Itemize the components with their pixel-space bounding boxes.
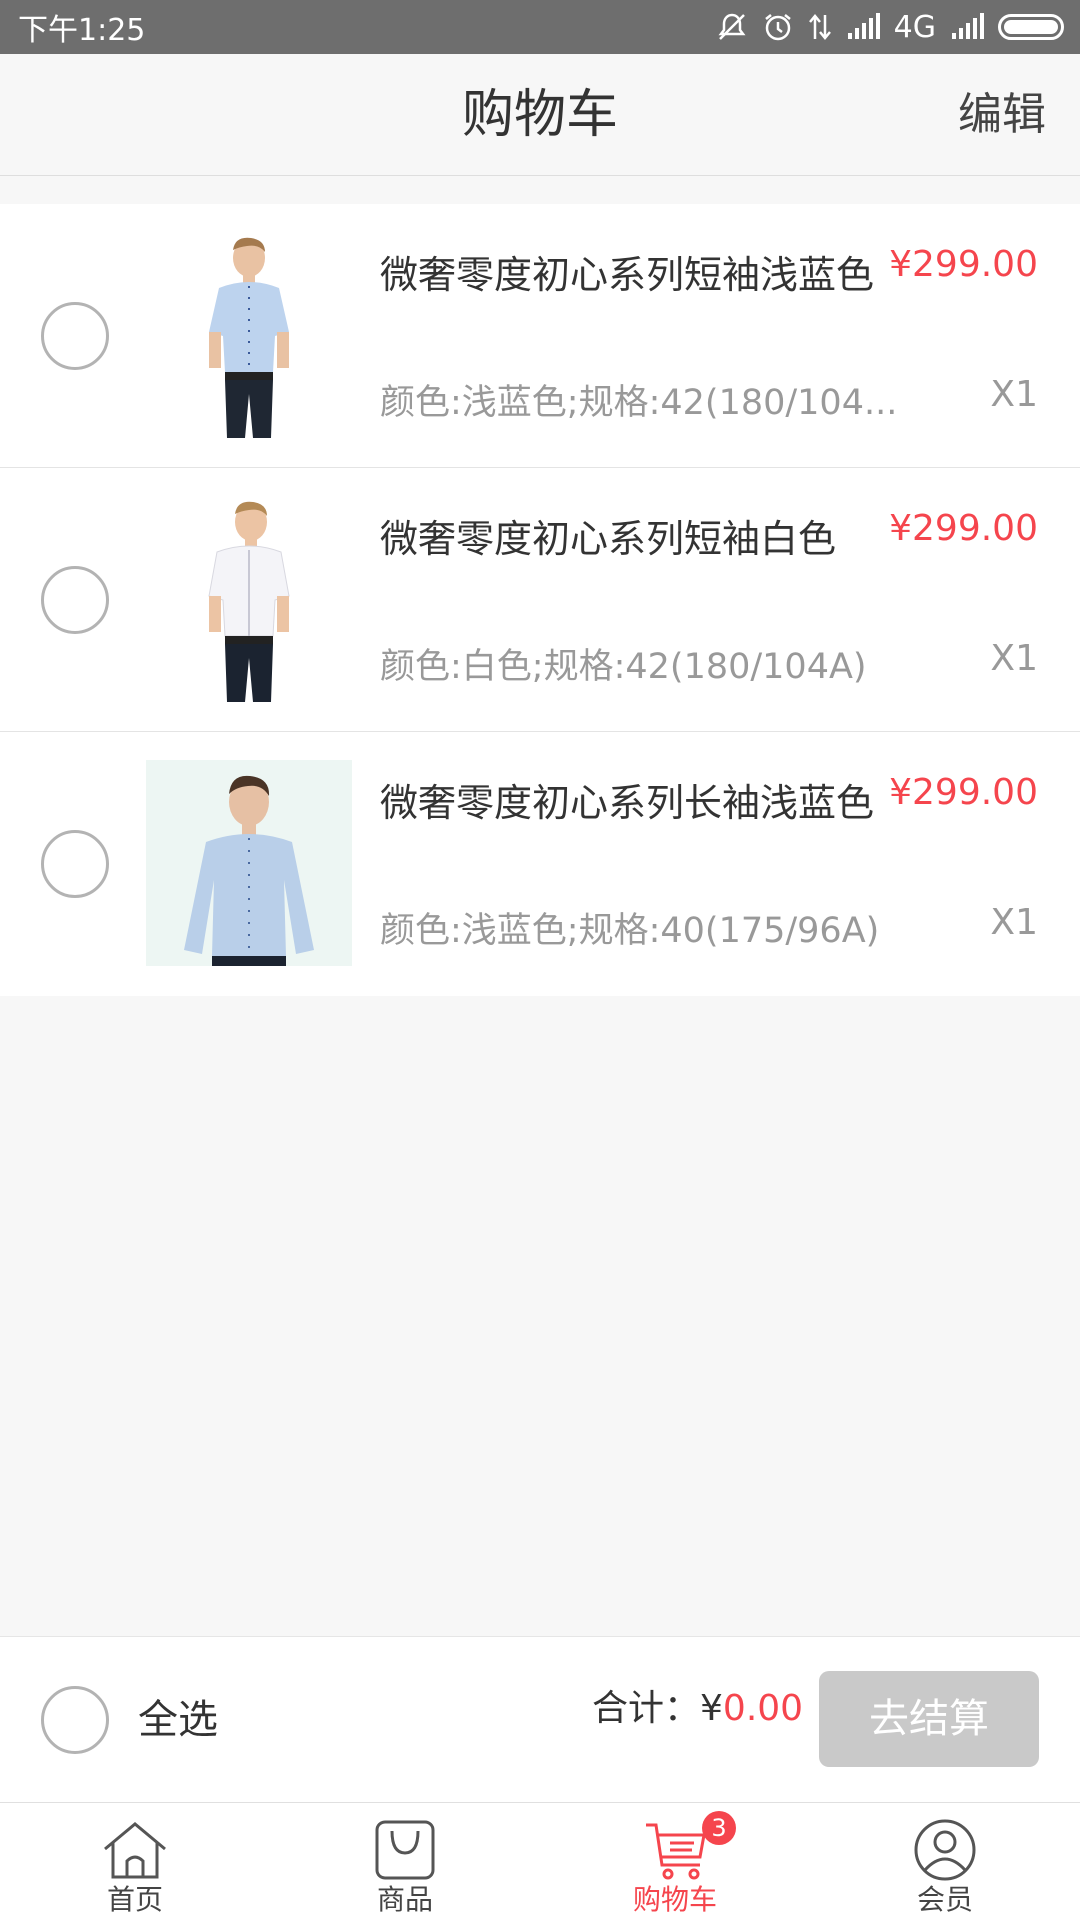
item-select-radio[interactable] bbox=[41, 302, 109, 370]
product-name[interactable]: 微奢零度初心系列短袖浅蓝色 bbox=[380, 244, 874, 299]
product-quantity: X1 bbox=[990, 374, 1038, 415]
tab-home[interactable]: 首页 bbox=[0, 1803, 270, 1920]
tab-member[interactable]: 会员 bbox=[810, 1803, 1080, 1920]
select-all-label[interactable]: 全选 bbox=[138, 1689, 218, 1751]
page-title: 购物车 bbox=[461, 85, 618, 145]
tab-label: 购物车 bbox=[632, 1883, 717, 1916]
total-amount: 0.00 bbox=[722, 1688, 804, 1729]
total-label: 合计： bbox=[592, 1688, 701, 1729]
tab-bar: 首页 商品 购物车 3 会员 bbox=[0, 1802, 1080, 1920]
cart-item[interactable]: 微奢零度初心系列长袖浅蓝色 ¥299.00 颜色:浅蓝色;规格:40(175/9… bbox=[0, 732, 1080, 996]
status-time: 下午1:25 bbox=[18, 13, 146, 48]
tab-label: 会员 bbox=[916, 1883, 973, 1916]
product-image[interactable] bbox=[146, 232, 352, 438]
cart-item[interactable]: 微奢零度初心系列短袖浅蓝色 ¥299.00 颜色:浅蓝色;规格:42(180/1… bbox=[0, 204, 1080, 468]
product-price: ¥299.00 bbox=[889, 244, 1038, 285]
cart-count-badge: 3 bbox=[702, 1811, 736, 1845]
alarm-icon bbox=[762, 11, 794, 43]
product-spec: 颜色:浅蓝色;规格:40(175/96A) bbox=[380, 911, 880, 951]
product-quantity: X1 bbox=[990, 902, 1038, 943]
edit-button[interactable]: 编辑 bbox=[958, 54, 1046, 176]
cart-icon bbox=[642, 1819, 708, 1881]
tab-label: 商品 bbox=[376, 1883, 433, 1916]
item-select-radio[interactable] bbox=[41, 830, 109, 898]
mute-icon bbox=[716, 11, 748, 43]
tab-products[interactable]: 商品 bbox=[270, 1803, 540, 1920]
product-price: ¥299.00 bbox=[889, 772, 1038, 813]
product-spec: 颜色:白色;规格:42(180/104A) bbox=[380, 647, 867, 687]
data-transfer-icon bbox=[808, 11, 832, 43]
nav-bar: 购物车 编辑 bbox=[0, 54, 1080, 176]
product-price: ¥299.00 bbox=[889, 508, 1038, 549]
select-all-radio[interactable] bbox=[41, 1686, 109, 1754]
battery-icon bbox=[998, 14, 1064, 40]
product-image[interactable] bbox=[146, 760, 352, 966]
network-type: 4G bbox=[893, 9, 936, 45]
product-name[interactable]: 微奢零度初心系列短袖白色 bbox=[380, 508, 836, 563]
product-name[interactable]: 微奢零度初心系列长袖浅蓝色 bbox=[380, 772, 874, 827]
tab-cart[interactable]: 购物车 3 bbox=[540, 1803, 810, 1920]
product-spec: 颜色:浅蓝色;规格:42(180/104... bbox=[380, 383, 898, 423]
signal-icon bbox=[950, 13, 984, 41]
checkout-bar: 全选 合计：¥0.00 去结算 bbox=[0, 1636, 1080, 1802]
item-select-radio[interactable] bbox=[41, 566, 109, 634]
total-price: 合计：¥0.00 bbox=[592, 1681, 803, 1737]
product-quantity: X1 bbox=[990, 638, 1038, 679]
status-bar: 下午1:25 4G bbox=[0, 0, 1080, 54]
cart-item[interactable]: 微奢零度初心系列短袖白色 ¥299.00 颜色:白色;规格:42(180/104… bbox=[0, 468, 1080, 732]
home-icon bbox=[99, 1819, 171, 1881]
user-icon bbox=[913, 1819, 977, 1881]
tab-label: 首页 bbox=[106, 1883, 163, 1916]
signal-icon bbox=[846, 13, 880, 41]
product-image[interactable] bbox=[146, 496, 352, 702]
shopping-bag-icon bbox=[374, 1819, 436, 1881]
status-icons: 4G bbox=[716, 10, 1064, 45]
total-currency: ¥ bbox=[700, 1688, 723, 1729]
cart-list: 微奢零度初心系列短袖浅蓝色 ¥299.00 颜色:浅蓝色;规格:42(180/1… bbox=[0, 204, 1080, 996]
checkout-button[interactable]: 去结算 bbox=[819, 1671, 1039, 1767]
